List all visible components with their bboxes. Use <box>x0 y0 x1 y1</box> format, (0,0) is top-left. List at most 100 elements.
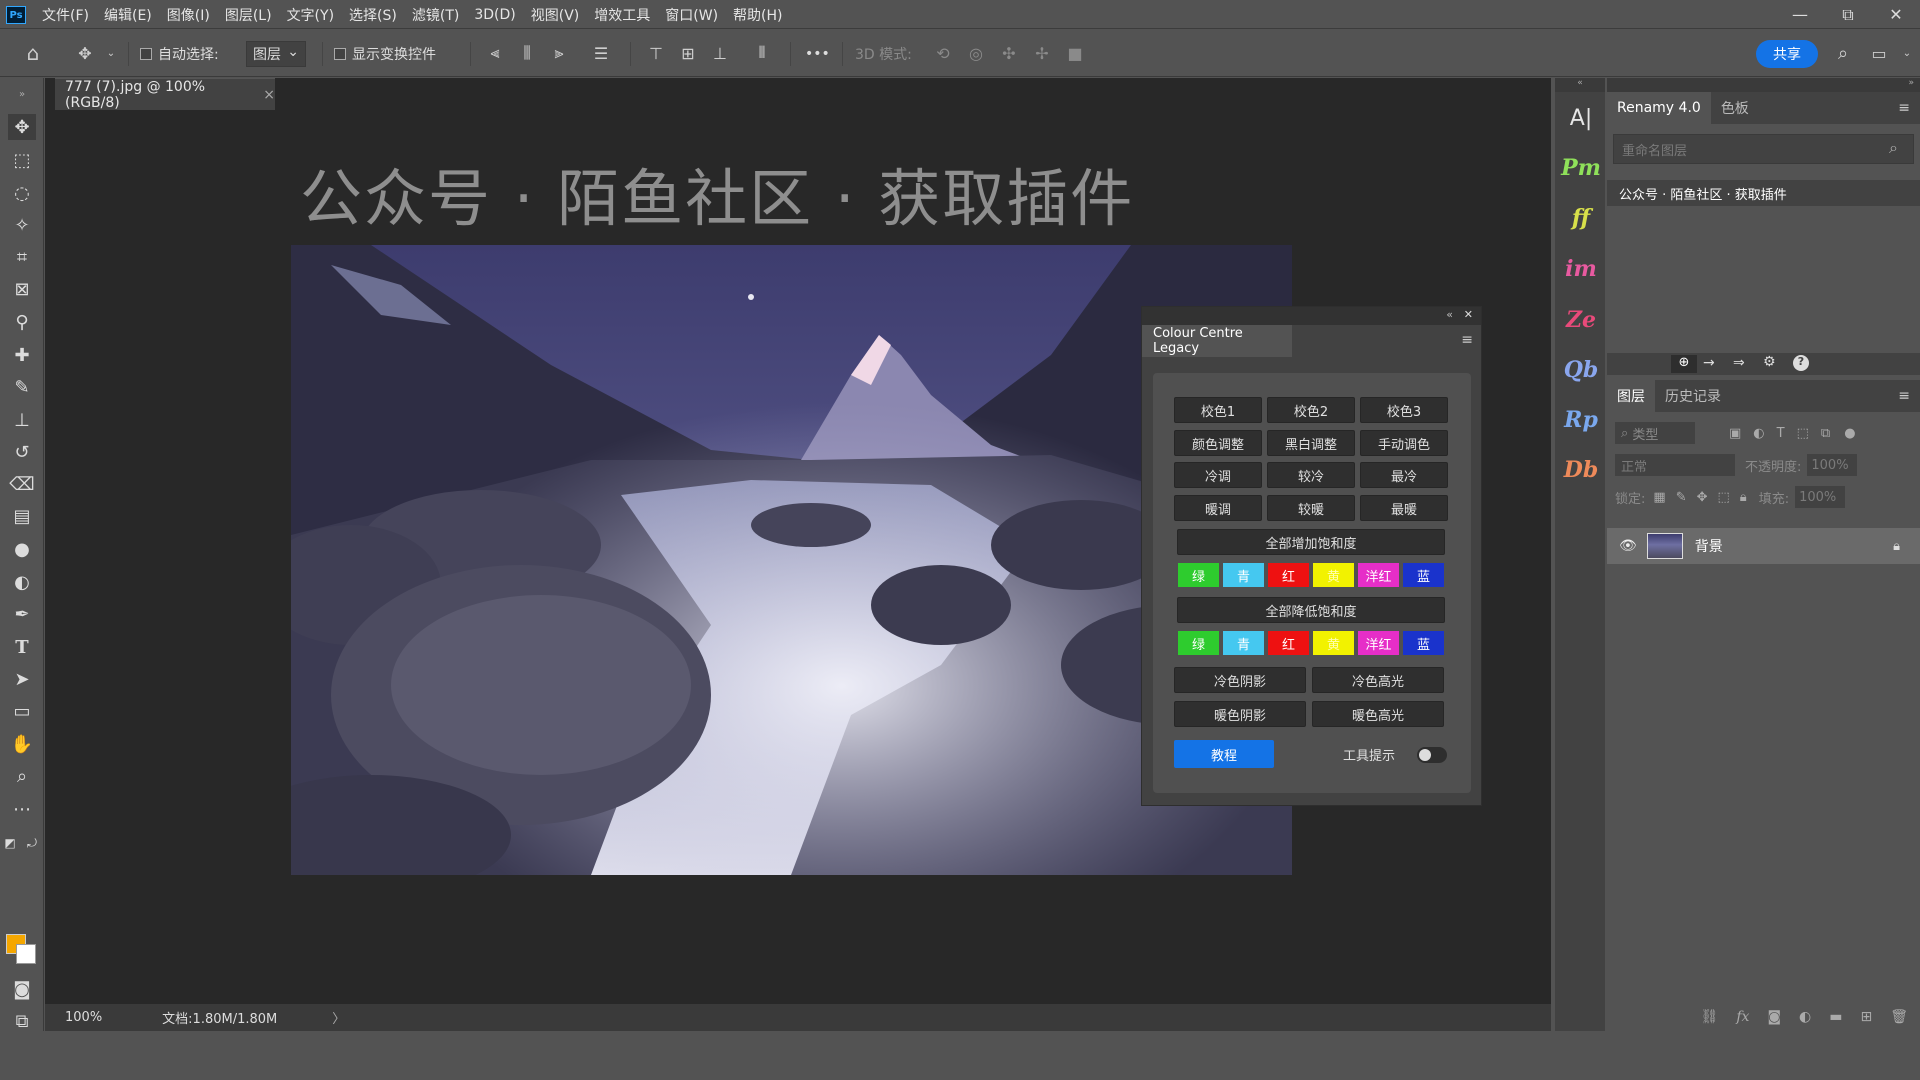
pen-tool-icon[interactable]: ✒ <box>8 601 36 627</box>
character-panel-icon[interactable]: A| <box>1565 99 1597 137</box>
restore-button[interactable]: ⧉ <box>1824 0 1872 29</box>
increase-saturation-button[interactable]: 全部增加饱和度 <box>1177 529 1445 555</box>
decrease-green-button[interactable]: 绿 <box>1178 631 1219 655</box>
collapse-icon[interactable]: « <box>1555 78 1605 92</box>
tab-renamy[interactable]: Renamy 4.0 <box>1607 92 1711 124</box>
menu-window[interactable]: 窗口(W) <box>665 5 718 25</box>
increase-yellow-button[interactable]: 黄 <box>1313 563 1354 587</box>
frame-tool-icon[interactable]: ⊠ <box>8 276 36 302</box>
close-window-button[interactable]: ✕ <box>1872 0 1920 29</box>
move-tool-icon[interactable]: ✥ <box>8 114 36 140</box>
menu-edit[interactable]: 编辑(E) <box>104 5 152 25</box>
filter-type-icon[interactable]: T <box>1777 426 1785 441</box>
layer-row[interactable]: 👁︎ 背景 🔒︎ <box>1607 528 1920 564</box>
auto-select-checkbox[interactable] <box>140 47 152 60</box>
fill-input[interactable]: 100% <box>1795 486 1846 508</box>
cool-tone-button[interactable]: 冷调 <box>1174 462 1262 488</box>
3d-pan-icon[interactable]: ✣ <box>998 42 1020 64</box>
dodge-tool-icon[interactable]: ◐ <box>8 569 36 595</box>
bw-adjust-button[interactable]: 黑白调整 <box>1267 430 1355 456</box>
fx-icon[interactable]: fx <box>1736 1009 1749 1025</box>
align-middle-icon[interactable]: ⊞ <box>677 42 699 64</box>
quick-mask-icon[interactable]: ◙ <box>8 976 36 1002</box>
arrow-right-icon[interactable]: → <box>1703 355 1715 371</box>
magic-wand-tool-icon[interactable]: ✧ <box>8 212 36 238</box>
marquee-tool-icon[interactable]: ⬚ <box>8 147 36 173</box>
plugin-db-icon[interactable]: Db <box>1564 451 1598 489</box>
blur-tool-icon[interactable]: ● <box>8 536 36 562</box>
expand-icon[interactable]: » <box>8 81 36 107</box>
trash-icon[interactable]: 🗑︎ <box>1890 1009 1908 1025</box>
eyedropper-tool-icon[interactable]: ⚲ <box>8 309 36 335</box>
show-transform-checkbox[interactable] <box>334 47 346 60</box>
increase-red-button[interactable]: 红 <box>1268 563 1309 587</box>
decrease-magenta-button[interactable]: 洋红 <box>1358 631 1399 655</box>
lock-all-icon[interactable]: 🔒︎ <box>1740 490 1747 505</box>
new-layer-icon[interactable]: ⊞ <box>1860 1009 1872 1025</box>
tab-history[interactable]: 历史记录 <box>1655 386 1731 406</box>
increase-cyan-button[interactable]: 青 <box>1223 563 1264 587</box>
plugin-rp-icon[interactable]: Rp <box>1564 401 1598 439</box>
eraser-tool-icon[interactable]: ⌫ <box>8 471 36 497</box>
screen-mode-icon[interactable]: ⧉ <box>8 1008 36 1034</box>
auto-select-dropdown[interactable]: 图层 ⌄ <box>246 40 306 67</box>
lock-artboard-icon[interactable]: ⬚ <box>1718 490 1730 505</box>
warm-shadows-button[interactable]: 暖色阴影 <box>1174 701 1306 727</box>
brush-tool-icon[interactable]: ✎ <box>8 374 36 400</box>
plugin-im-icon[interactable]: im <box>1565 250 1597 288</box>
home-icon[interactable]: ⌂ <box>22 41 44 65</box>
more-options-button[interactable]: ••• <box>805 30 830 77</box>
rectangle-tool-icon[interactable]: ▭ <box>8 698 36 724</box>
path-selection-tool-icon[interactable]: ➤ <box>8 666 36 692</box>
cooler-button[interactable]: 较冷 <box>1267 462 1355 488</box>
layer-filter-dropdown[interactable]: ⌕ 类型 <box>1615 422 1695 444</box>
lock-position-icon[interactable]: ✥ <box>1697 490 1708 505</box>
correct-color-3-button[interactable]: 校色3 <box>1360 397 1448 423</box>
warmer-button[interactable]: 较暖 <box>1267 495 1355 521</box>
gear-icon[interactable]: ⚙ <box>1763 354 1776 370</box>
double-arrow-icon[interactable]: ⇒ <box>1733 355 1745 371</box>
collapse-icon[interactable]: « <box>1446 308 1453 321</box>
tab-swatches[interactable]: 色板 <box>1711 98 1759 118</box>
default-colors-icon[interactable]: ◩ <box>2 830 18 856</box>
correct-color-2-button[interactable]: 校色2 <box>1267 397 1355 423</box>
decrease-cyan-button[interactable]: 青 <box>1223 631 1264 655</box>
gradient-tool-icon[interactable]: ▤ <box>8 503 36 529</box>
clone-stamp-tool-icon[interactable]: ⊥ <box>8 407 36 433</box>
search-icon[interactable]: ⌕ <box>1832 42 1854 64</box>
workspace-icon[interactable]: ▭ <box>1868 42 1890 64</box>
add-mask-icon[interactable]: ◙ <box>1767 1009 1781 1025</box>
chevron-down-icon[interactable]: ⌄ <box>1896 42 1918 64</box>
tab-layers[interactable]: 图层 <box>1607 380 1655 412</box>
show-transform-toggle[interactable]: 显示变换控件 <box>334 30 436 77</box>
auto-select-toggle[interactable]: 自动选择: <box>140 30 219 77</box>
menu-type[interactable]: 文字(Y) <box>287 5 334 25</box>
plugin-qb-icon[interactable]: Qb <box>1564 351 1599 389</box>
menu-select[interactable]: 选择(S) <box>349 5 397 25</box>
close-tab-icon[interactable]: × <box>263 87 275 103</box>
align-top-icon[interactable]: ⊤ <box>645 42 667 64</box>
manual-grade-button[interactable]: 手动调色 <box>1360 430 1448 456</box>
menu-file[interactable]: 文件(F) <box>42 5 89 25</box>
move-tool-icon[interactable]: ✥ <box>74 42 96 64</box>
panel-menu-icon[interactable]: ≡ <box>1461 332 1473 348</box>
hand-tool-icon[interactable]: ✋ <box>8 731 36 757</box>
type-tool-icon[interactable]: T <box>8 634 36 660</box>
color-adjust-button[interactable]: 颜色调整 <box>1174 430 1262 456</box>
menu-plugins[interactable]: 增效工具 <box>594 5 650 25</box>
adjustment-layer-icon[interactable]: ◐ <box>1799 1009 1811 1025</box>
menu-layer[interactable]: 图层(L) <box>225 5 272 25</box>
tutorial-button[interactable]: 教程 <box>1174 740 1274 768</box>
layer-transform-icon[interactable]: ⊕ <box>1671 355 1697 373</box>
plugin-ff-icon[interactable]: ff <box>1565 199 1597 237</box>
swap-colors-icon[interactable]: ⤾ <box>24 830 40 856</box>
decrease-saturation-button[interactable]: 全部降低饱和度 <box>1177 597 1445 623</box>
plugin-pm-icon[interactable]: Pm <box>1561 149 1601 187</box>
warm-tone-button[interactable]: 暖调 <box>1174 495 1262 521</box>
increase-blue-button[interactable]: 蓝 <box>1403 563 1444 587</box>
decrease-blue-button[interactable]: 蓝 <box>1403 631 1444 655</box>
document-tab[interactable]: 777 (7).jpg @ 100%(RGB/8) × <box>55 78 275 111</box>
share-button[interactable]: 共享 <box>1756 40 1818 68</box>
lock-icon[interactable]: 🔒︎ <box>1893 539 1900 554</box>
lasso-tool-icon[interactable]: ◌ <box>8 180 36 206</box>
